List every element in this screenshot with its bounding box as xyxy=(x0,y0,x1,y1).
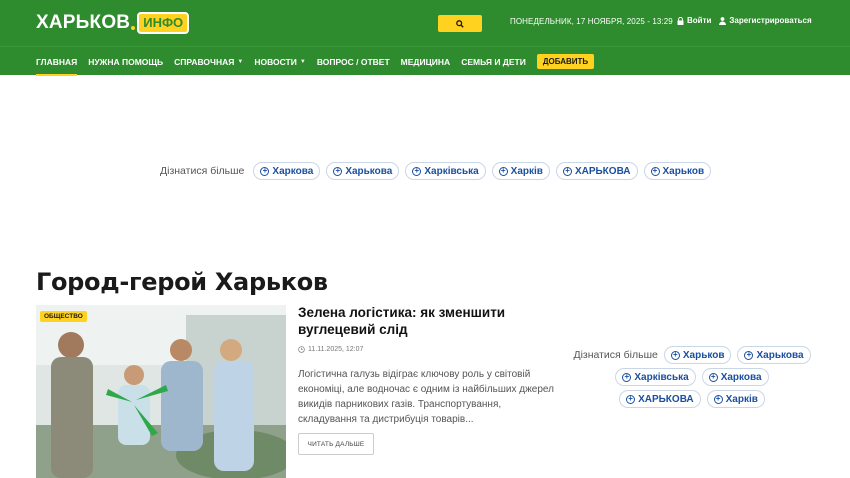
clock-icon xyxy=(298,346,305,353)
logo-badge: ИНФО xyxy=(137,12,190,34)
search-button[interactable] xyxy=(438,15,482,32)
tags-label: Дізнатися більше xyxy=(160,165,245,177)
tag-label: Харків xyxy=(725,393,758,405)
tag-link[interactable]: + ХАРЬКОВА xyxy=(555,162,638,180)
tag-link[interactable]: + Харькова xyxy=(326,162,400,180)
nav-item-news[interactable]: НОВОСТИ ▼ xyxy=(254,47,305,76)
nav-item-home[interactable]: ГЛАВНАЯ xyxy=(36,47,78,76)
tags-label: Дізнатися більше xyxy=(573,349,658,361)
tag-label: ХАРЬКОВА xyxy=(638,393,694,405)
article-photo-illustration xyxy=(36,305,286,478)
login-label: Войти xyxy=(687,16,712,25)
plus-circle-icon: + xyxy=(670,350,680,360)
user-icon xyxy=(719,16,727,25)
logo-dot xyxy=(131,26,136,30)
site-header: ХАРЬКОВ ИНФО ПОНЕДЕЛЬНИК, 17 НОЯБРЯ, 202… xyxy=(0,0,850,46)
site-logo[interactable]: ХАРЬКОВ ИНФО xyxy=(36,11,190,35)
plus-circle-icon: + xyxy=(708,372,718,382)
nav-item-medicine[interactable]: МЕДИЦИНА xyxy=(401,47,451,76)
plus-circle-icon: + xyxy=(498,166,508,176)
nav-item-help[interactable]: НУЖНА ПОМОЩЬ xyxy=(88,47,163,76)
tag-label: Харківська xyxy=(424,165,479,177)
plus-circle-icon: + xyxy=(333,166,343,176)
category-badge[interactable]: ОБЩЕСТВО xyxy=(40,311,87,322)
plus-circle-icon: + xyxy=(622,372,632,382)
tag-link[interactable]: + Харкова xyxy=(701,368,769,386)
nav-label: НОВОСТИ xyxy=(254,56,297,67)
related-tags-side: Дізнатися більше + Харьков + Харькова + Хар… xyxy=(572,346,812,408)
nav-label: СПРАВОЧНАЯ xyxy=(174,56,235,67)
tag-link[interactable]: + Харьков xyxy=(643,162,712,180)
add-button[interactable]: ДОБАВИТЬ xyxy=(536,54,595,69)
read-more-button[interactable]: ЧИТАТЬ ДАЛЬШЕ xyxy=(298,433,374,455)
nav-item-family[interactable]: СЕМЬЯ И ДЕТИ xyxy=(461,47,526,76)
tag-label: Харків xyxy=(510,165,543,177)
related-tags-top: Дізнатися більше + Харкова + Харькова + Хар… xyxy=(160,162,712,180)
nav-label: НУЖНА ПОМОЩЬ xyxy=(88,56,164,67)
tag-label: Харьков xyxy=(662,165,705,177)
tag-link[interactable]: + Харкова xyxy=(253,162,321,180)
chevron-down-icon: ▼ xyxy=(299,58,306,65)
current-date: ПОНЕДЕЛЬНИК, 17 НОЯБРЯ, 2025 - 13:29 xyxy=(510,17,673,26)
search-icon xyxy=(456,19,464,28)
logo-text: ХАРЬКОВ xyxy=(36,12,131,33)
tag-label: Харьков xyxy=(682,349,725,361)
nav-label: СЕМЬЯ И ДЕТИ xyxy=(461,56,526,67)
nav-label: ГЛАВНАЯ xyxy=(36,56,78,67)
tag-link[interactable]: + Харків xyxy=(491,162,550,180)
tag-label: Харькова xyxy=(345,165,393,177)
plus-circle-icon: + xyxy=(626,394,636,404)
tag-label: ХАРЬКОВА xyxy=(574,165,631,177)
register-label: Зарегистрироваться xyxy=(729,16,812,25)
register-link[interactable]: Зарегистрироваться xyxy=(719,16,812,25)
tag-link[interactable]: + Харькова xyxy=(737,346,811,364)
tag-link[interactable]: + ХАРЬКОВА xyxy=(619,390,701,408)
article-image[interactable] xyxy=(36,305,286,478)
tag-label: Харкова xyxy=(272,165,314,177)
login-link[interactable]: Войти xyxy=(677,16,711,25)
auth-links: Войти Зарегистрироваться xyxy=(677,16,812,25)
tag-label: Харкова xyxy=(720,371,762,383)
chevron-down-icon: ▼ xyxy=(237,58,244,65)
article-title[interactable]: Зелена логістика: як зменшити вуглецевий… xyxy=(298,304,528,338)
section-title: Город-герой Харьков xyxy=(36,268,328,296)
nav-label: МЕДИЦИНА xyxy=(400,56,451,67)
article-date-text: 11.11.2025, 12:07 xyxy=(308,346,364,353)
plus-circle-icon: + xyxy=(650,166,660,176)
tag-label: Харківська xyxy=(634,371,689,383)
main-nav: ГЛАВНАЯ НУЖНА ПОМОЩЬ СПРАВОЧНАЯ ▼ НОВОСТИ… xyxy=(0,46,850,76)
tag-link[interactable]: + Харків xyxy=(706,390,765,408)
article-excerpt: Логістична галузь відіграє ключову роль … xyxy=(298,369,554,425)
plus-circle-icon: + xyxy=(260,166,270,176)
plus-circle-icon: + xyxy=(744,350,754,360)
lock-icon xyxy=(677,16,684,25)
nav-item-directory[interactable]: СПРАВОЧНАЯ ▼ xyxy=(174,47,243,76)
tag-label: Харькова xyxy=(756,349,804,361)
tag-link[interactable]: + Харківська xyxy=(405,162,486,180)
tag-link[interactable]: + Харківська xyxy=(615,368,696,386)
tag-link[interactable]: + Харьков xyxy=(663,346,732,364)
nav-label: ВОПРОС / ОТВЕТ xyxy=(316,56,390,67)
plus-circle-icon: + xyxy=(412,166,422,176)
plus-circle-icon: + xyxy=(562,166,572,176)
plus-circle-icon: + xyxy=(713,394,723,404)
article-date: 11.11.2025, 12:07 xyxy=(298,346,363,353)
nav-item-qa[interactable]: ВОПРОС / ОТВЕТ xyxy=(317,47,390,76)
